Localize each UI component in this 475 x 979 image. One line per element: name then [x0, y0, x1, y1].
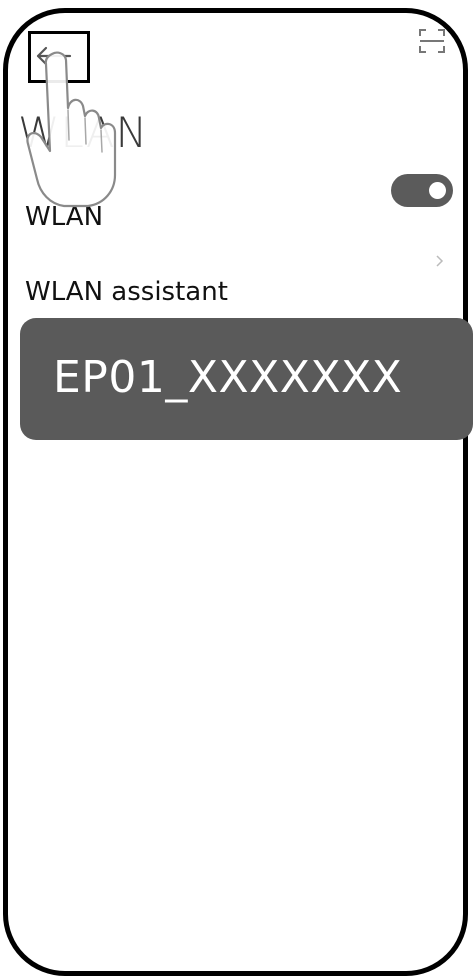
toggle-knob	[429, 182, 446, 199]
network-list-item[interactable]: EP01_XXXXXXX	[20, 318, 473, 440]
wlan-toggle[interactable]	[391, 174, 453, 207]
scan-icon[interactable]	[419, 28, 445, 54]
chevron-right-icon[interactable]	[436, 255, 444, 267]
wlan-assistant-label[interactable]: WLAN assistant	[25, 279, 228, 305]
network-name: EP01_XXXXXXX	[53, 352, 403, 403]
hand-pointer-icon	[26, 51, 117, 208]
